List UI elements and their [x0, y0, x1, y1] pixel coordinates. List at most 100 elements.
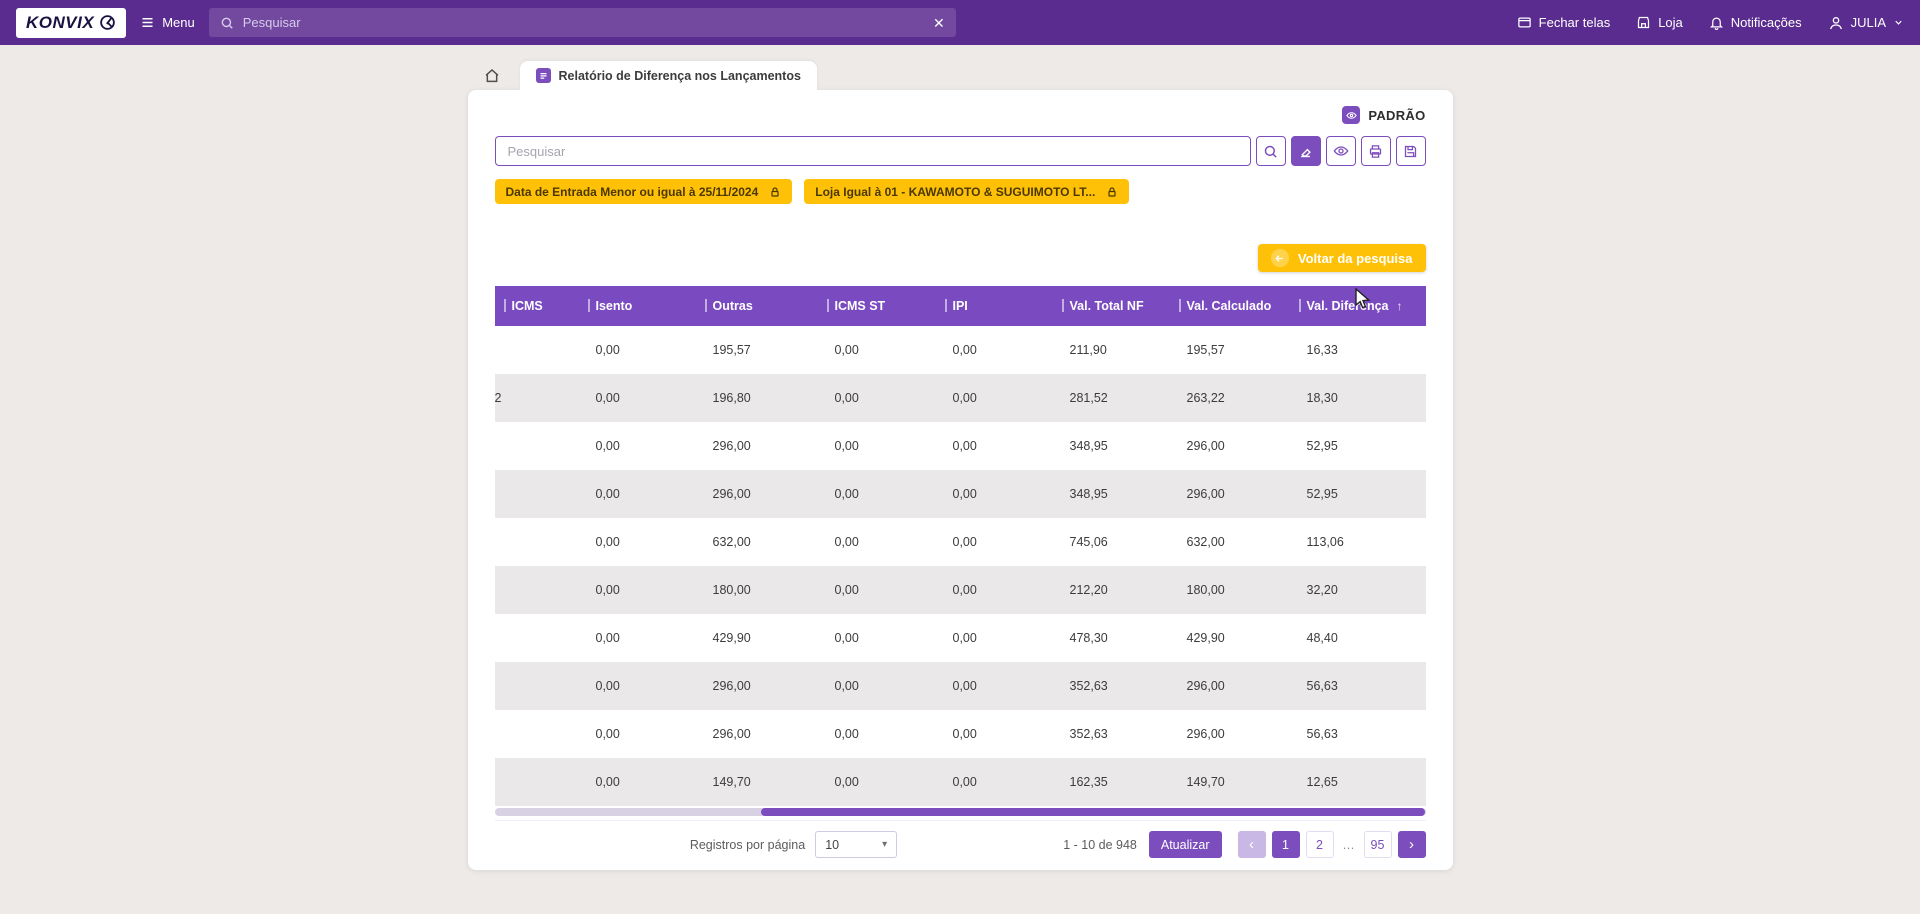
- table-cell: 0,00: [595, 583, 620, 597]
- column-header[interactable]: IPI: [941, 286, 1059, 326]
- table-cell: 348,95: [1069, 439, 1108, 453]
- lock-icon: [769, 186, 781, 198]
- table-cell: 0,00: [952, 439, 977, 453]
- filter-chip-data-entrada[interactable]: Data de Entrada Menor ou igual à 25/11/2…: [494, 179, 793, 204]
- search-button[interactable]: [1255, 136, 1286, 166]
- home-icon[interactable]: [484, 68, 500, 84]
- table-row[interactable]: 0,00 296,00 0,00 0,00 352,63 296,00 56,63: [494, 662, 1426, 710]
- table-row[interactable]: 0,00 429,90 0,00 0,00 478,30 429,90 48,40: [494, 614, 1426, 662]
- column-header[interactable]: ICMS ST: [823, 286, 942, 326]
- table-cell: 0,00: [952, 631, 977, 645]
- table-cell: 0,00: [952, 487, 977, 501]
- table-cell: 296,00: [1186, 727, 1225, 741]
- column-header[interactable]: Val. Diferença ↑: [1295, 286, 1426, 326]
- table-row[interactable]: 0,00 195,57 0,00 0,00 211,90 195,57 16,33: [494, 326, 1426, 374]
- menu-button[interactable]: Menu: [140, 15, 195, 30]
- table-row[interactable]: 0,00 149,70 0,00 0,00 162,35 149,70 12,65: [494, 758, 1426, 806]
- filter-search-input[interactable]: [494, 136, 1251, 166]
- page-button[interactable]: 1: [1271, 831, 1300, 858]
- table-cell: 296,00: [712, 679, 751, 693]
- table-cell: 632,00: [712, 535, 751, 549]
- tab-relatorio-diferenca[interactable]: Relatório de Diferença nos Lançamentos: [519, 61, 817, 90]
- konvix-logo-icon: [99, 14, 116, 31]
- table-cell: 352,63: [1069, 727, 1108, 741]
- preview-button[interactable]: [1325, 136, 1356, 166]
- column-header[interactable]: Isento: [584, 286, 702, 326]
- report-icon: [535, 68, 551, 83]
- clear-search-icon[interactable]: ✕: [933, 16, 945, 30]
- column-header[interactable]: Val. Calculado: [1175, 286, 1296, 326]
- konvix-logo-text: KONVIX: [26, 12, 95, 32]
- table-cell: 56,63: [1306, 727, 1338, 741]
- table-cell: 296,00: [1186, 487, 1225, 501]
- page-button[interactable]: 2: [1305, 831, 1334, 858]
- table-cell: 0,00: [952, 583, 977, 597]
- save-button[interactable]: [1395, 136, 1426, 166]
- table-cell: 180,00: [712, 583, 751, 597]
- table-cell: 48,40: [1306, 631, 1338, 645]
- page-size-select[interactable]: 10 ▾: [815, 831, 898, 858]
- column-header[interactable]: ICMS: [500, 286, 585, 326]
- table-cell: [501, 614, 585, 662]
- table-row[interactable]: 0,00 296,00 0,00 0,00 352,63 296,00 56,63: [494, 710, 1426, 758]
- table-cell: 0,00: [952, 775, 977, 789]
- table-cell: 0,00: [834, 391, 859, 405]
- printer-icon: [1368, 144, 1383, 159]
- results-table: ICMS Isento Outras ICMS ST IPI Val. Total NF V…: [494, 286, 1426, 806]
- voltar-pesquisa-button[interactable]: Voltar da pesquisa: [1257, 244, 1426, 272]
- table-cell: 296,00: [1186, 439, 1225, 453]
- table-cell: 0,00: [952, 727, 977, 741]
- page-button[interactable]: 95: [1363, 831, 1392, 858]
- table-cell: 0,00: [952, 343, 977, 357]
- table-cell: 212,20: [1069, 583, 1108, 597]
- table-cell: 0,00: [595, 439, 620, 453]
- atualizar-button[interactable]: Atualizar: [1148, 831, 1222, 858]
- konvix-logo[interactable]: KONVIX: [16, 7, 127, 38]
- table-cell: 0,00: [834, 535, 859, 549]
- global-search-input[interactable]: [242, 15, 924, 30]
- prev-page-button[interactable]: ‹: [1237, 831, 1266, 858]
- table-cell: 195,57: [712, 343, 751, 357]
- table-cell: 296,00: [712, 487, 751, 501]
- table-cell: 180,00: [1186, 583, 1225, 597]
- column-header[interactable]: Outras: [701, 286, 824, 326]
- filter-chip-loja[interactable]: Loja Igual à 01 - KAWAMOTO & SUGUIMOTO L…: [804, 179, 1130, 204]
- table-cell: 0,00: [834, 487, 859, 501]
- table-cell: 429,90: [1186, 631, 1225, 645]
- notificacoes-label: Notificações: [1730, 15, 1802, 30]
- loja-label: Loja: [1658, 15, 1683, 30]
- table-row[interactable]: 0,00 180,00 0,00 0,00 212,20 180,00 32,20: [494, 566, 1426, 614]
- filter-toolbar: [494, 136, 1426, 166]
- table-body: 0,00 195,57 0,00 0,00 211,90 195,57 16,33 2 0,00…: [494, 326, 1426, 806]
- horizontal-scrollbar[interactable]: [494, 808, 1426, 816]
- padrao-label: PADRÃO: [1368, 107, 1426, 123]
- table-cell: 211,90: [1069, 343, 1107, 357]
- store-icon: [1636, 15, 1651, 30]
- table-cell: [501, 710, 585, 758]
- scrollbar-thumb[interactable]: [760, 808, 1426, 816]
- table-row[interactable]: 2 0,00 196,80 0,00 0,00 281,52 263,22 18,30: [494, 374, 1426, 422]
- chevron-down-icon: ▾: [882, 839, 888, 850]
- table-cell: 429,90: [712, 631, 751, 645]
- tab-strip: Relatório de Diferença nos Lançamentos: [468, 45, 1453, 90]
- clear-filters-button[interactable]: [1290, 136, 1321, 166]
- notificacoes-button[interactable]: Notificações: [1709, 15, 1802, 30]
- user-menu-button[interactable]: JULIA: [1828, 15, 1904, 31]
- loja-button[interactable]: Loja: [1636, 15, 1683, 30]
- print-button[interactable]: [1360, 136, 1391, 166]
- table-row[interactable]: 0,00 296,00 0,00 0,00 348,95 296,00 52,95: [494, 422, 1426, 470]
- table-cell: 52,95: [1306, 487, 1338, 501]
- padrao-badge[interactable]: PADRÃO: [495, 104, 1426, 126]
- table-cell: 0,00: [595, 343, 620, 357]
- tab-label: Relatório de Diferença nos Lançamentos: [558, 68, 801, 83]
- column-header[interactable]: Val. Total NF: [1058, 286, 1176, 326]
- table-cell: [501, 470, 585, 518]
- report-panel: PADRÃO Pesquisar Data de Entrada Menor o…: [467, 90, 1453, 870]
- voltar-pesquisa-label: Voltar da pesquisa: [1297, 250, 1413, 266]
- sort-asc-icon: ↑: [1396, 299, 1403, 313]
- bell-icon: [1709, 15, 1724, 30]
- table-row[interactable]: 0,00 296,00 0,00 0,00 348,95 296,00 52,95: [494, 470, 1426, 518]
- table-row[interactable]: 0,00 632,00 0,00 0,00 745,06 632,00 113,06: [494, 518, 1426, 566]
- next-page-button[interactable]: ›: [1397, 831, 1426, 858]
- fechar-telas-button[interactable]: Fechar telas: [1517, 15, 1610, 30]
